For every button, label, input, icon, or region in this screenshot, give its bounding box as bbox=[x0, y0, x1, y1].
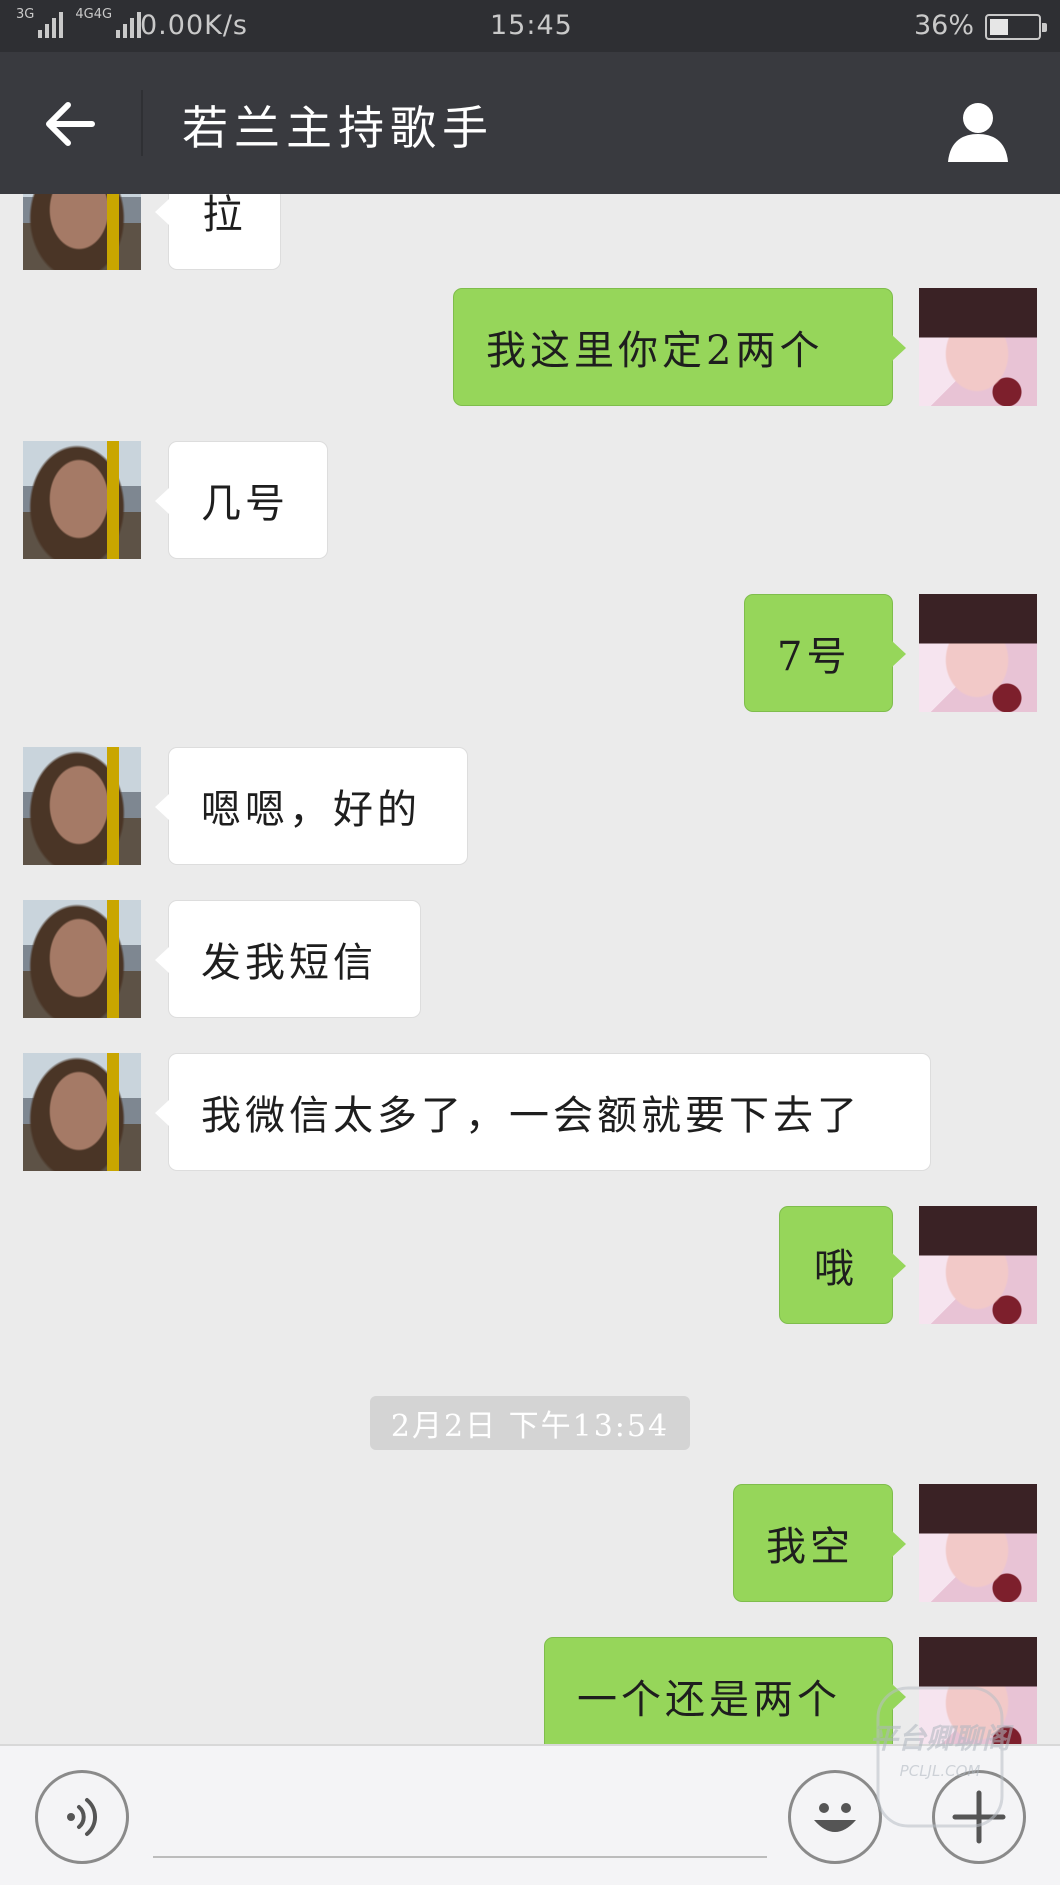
signal-indicators: 3G 4G4G bbox=[16, 7, 142, 38]
arrow-left-icon bbox=[46, 102, 95, 146]
emoji-button[interactable] bbox=[788, 1770, 882, 1864]
contact-avatar[interactable] bbox=[23, 194, 141, 270]
my-avatar[interactable] bbox=[919, 594, 1037, 712]
my-avatar[interactable] bbox=[919, 288, 1037, 406]
emoji-icon bbox=[814, 1803, 856, 1832]
message-timestamp: 2月2日 下午13:54 bbox=[370, 1396, 690, 1450]
profile-button[interactable] bbox=[940, 88, 1016, 164]
contact-avatar[interactable] bbox=[23, 1053, 141, 1171]
header-divider bbox=[141, 90, 143, 156]
person-icon bbox=[948, 103, 1008, 162]
my-avatar[interactable] bbox=[919, 1484, 1037, 1602]
network-type-4g: 4G4G bbox=[75, 7, 113, 22]
message-bubble-outgoing[interactable]: 我这里你定2两个 bbox=[453, 288, 906, 406]
message-bubble-incoming[interactable]: 嗯嗯，好的 bbox=[155, 747, 468, 865]
network-speed: 0.00K/s bbox=[140, 10, 248, 41]
contact-avatar[interactable] bbox=[23, 900, 141, 1018]
message-bubble-incoming[interactable]: 拉 bbox=[155, 194, 281, 270]
signal-bars-icon-2 bbox=[116, 8, 142, 38]
message-bubble-incoming[interactable]: 几号 bbox=[155, 441, 328, 559]
voice-button[interactable] bbox=[35, 1770, 129, 1864]
message-bubble-outgoing[interactable]: 哦 bbox=[779, 1206, 906, 1324]
battery-percent: 36% bbox=[914, 10, 975, 41]
chat-header: 若兰主持歌手 bbox=[0, 52, 1060, 194]
back-button[interactable] bbox=[34, 88, 106, 160]
clock: 15:45 bbox=[490, 10, 573, 41]
more-button[interactable] bbox=[932, 1770, 1026, 1864]
my-avatar[interactable] bbox=[919, 1637, 1037, 1744]
voice-icon bbox=[67, 1798, 98, 1836]
network-type-3g: 3G bbox=[16, 7, 35, 22]
signal-bars-icon bbox=[38, 8, 64, 38]
message-input[interactable] bbox=[153, 1780, 767, 1858]
battery-fill bbox=[990, 19, 1008, 35]
page-title: 若兰主持歌手 bbox=[182, 101, 494, 155]
message-bubble-outgoing[interactable]: 一个还是两个 bbox=[544, 1637, 906, 1744]
contact-avatar[interactable] bbox=[23, 747, 141, 865]
message-bubble-incoming[interactable]: 我微信太多了，一会额就要下去了 bbox=[155, 1053, 931, 1171]
message-bubble-incoming[interactable]: 发我短信 bbox=[155, 900, 421, 1018]
my-avatar[interactable] bbox=[919, 1206, 1037, 1324]
message-bubble-outgoing[interactable]: 7号 bbox=[744, 594, 906, 712]
input-bar bbox=[0, 1744, 1060, 1885]
message-list[interactable]: 拉 我这里你定2两个 几号 7号 嗯嗯，好的 发我短信 我微信太多了，一会额就要… bbox=[0, 194, 1060, 1744]
plus-icon bbox=[952, 1790, 1006, 1844]
battery-icon bbox=[985, 14, 1047, 40]
contact-avatar[interactable] bbox=[23, 441, 141, 559]
message-bubble-outgoing[interactable]: 我空 bbox=[733, 1484, 906, 1602]
status-bar: 3G 4G4G 0.00K/s 15:45 36% bbox=[0, 0, 1060, 52]
